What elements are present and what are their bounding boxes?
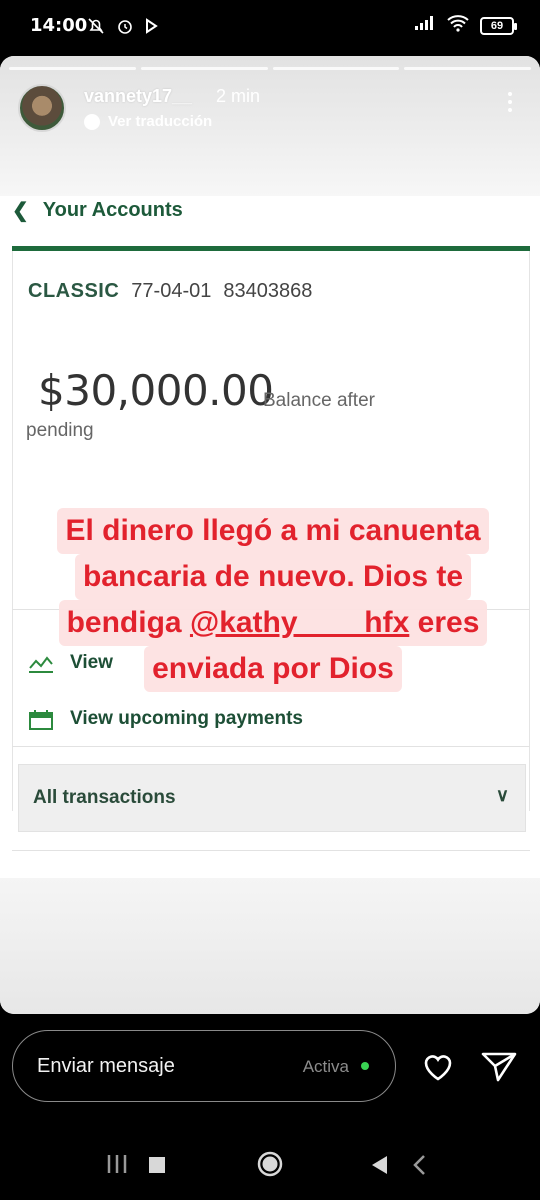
battery-icon: 69 xyxy=(480,16,517,35)
calendar-icon xyxy=(28,709,54,730)
avatar[interactable] xyxy=(18,84,66,132)
mention-link[interactable]: @kathy____hfx xyxy=(190,606,409,639)
translate-label: Ver traducción xyxy=(108,113,213,130)
story-progress-bar xyxy=(9,67,531,70)
translate-button[interactable]: Ver traducción xyxy=(84,113,212,130)
progress-segment xyxy=(404,67,531,70)
story-viewer[interactable]: vannety17__ 2 min Ver traducción ❮ Your … xyxy=(0,56,540,1014)
sticker-line-4: enviada por Dios xyxy=(144,646,402,692)
transactions-dropdown[interactable]: All transactions ∨ xyxy=(18,764,526,832)
signal-icon xyxy=(414,15,436,36)
story-footer-area xyxy=(0,878,540,1014)
recent-apps-icon[interactable] xyxy=(106,1152,128,1181)
bell-off-icon xyxy=(86,16,106,41)
progress-segment xyxy=(9,67,136,70)
play-icon xyxy=(144,18,158,39)
sticker-line-3: bendiga @kathy____hfx eres xyxy=(58,600,488,646)
account-balance: $30,000.00 xyxy=(38,366,274,415)
progress-segment xyxy=(140,67,268,70)
account-info: CLASSIC 77-04-01 83403868 xyxy=(28,280,312,303)
like-heart-icon[interactable] xyxy=(418,1046,458,1086)
send-icon[interactable] xyxy=(478,1046,518,1086)
message-input[interactable]: Enviar mensaje Activa xyxy=(12,1030,396,1102)
active-dot-icon xyxy=(361,1062,369,1070)
back-to-accounts-link[interactable]: ❮ Your Accounts xyxy=(12,198,183,223)
balance-label-cont: pending xyxy=(26,420,94,441)
status-bar: 14:00 69 xyxy=(0,0,540,56)
story-username[interactable]: vannety17__ xyxy=(84,86,192,107)
reply-bar: Enviar mensaje Activa xyxy=(0,1014,540,1130)
more-options-icon[interactable] xyxy=(508,92,512,112)
chevron-left-icon: ❮ xyxy=(12,200,29,222)
back-chevron-icon[interactable] xyxy=(412,1154,426,1181)
wifi-icon xyxy=(446,14,470,37)
alarm-icon xyxy=(115,16,135,41)
system-nav-bar xyxy=(0,1130,540,1200)
translate-icon xyxy=(84,113,100,130)
active-status: Activa xyxy=(302,1057,349,1076)
divider xyxy=(12,850,530,851)
back-label: Your Accounts xyxy=(42,199,183,221)
message-placeholder: Enviar mensaje xyxy=(37,1055,175,1077)
sticker-line-2: bancaria de nuevo. Dios te xyxy=(74,554,472,600)
chevron-down-icon: ∨ xyxy=(495,785,509,805)
story-header-area xyxy=(0,56,540,196)
transactions-label: All transactions xyxy=(33,787,176,808)
back-triangle-icon[interactable] xyxy=(370,1155,388,1180)
status-time: 14:00 xyxy=(30,15,88,36)
story-text-sticker: El dinero llegó a mi canuenta bancaria d… xyxy=(22,508,524,692)
balance-label: Balance after xyxy=(263,390,375,411)
divider xyxy=(12,746,530,747)
account-type: CLASSIC xyxy=(28,280,120,302)
sticker-line-1: El dinero llegó a mi canuenta xyxy=(57,508,489,554)
home-icon[interactable] xyxy=(256,1150,284,1183)
story-time-ago: 2 min xyxy=(216,86,261,106)
sort-code: 77-04-01 xyxy=(131,280,212,302)
account-number: 83403868 xyxy=(223,280,313,302)
view-upcoming-payments-link[interactable]: View upcoming payments xyxy=(28,708,303,730)
square-icon[interactable] xyxy=(148,1156,166,1179)
progress-segment xyxy=(272,67,400,70)
upcoming-payments-label: View upcoming payments xyxy=(70,708,303,729)
